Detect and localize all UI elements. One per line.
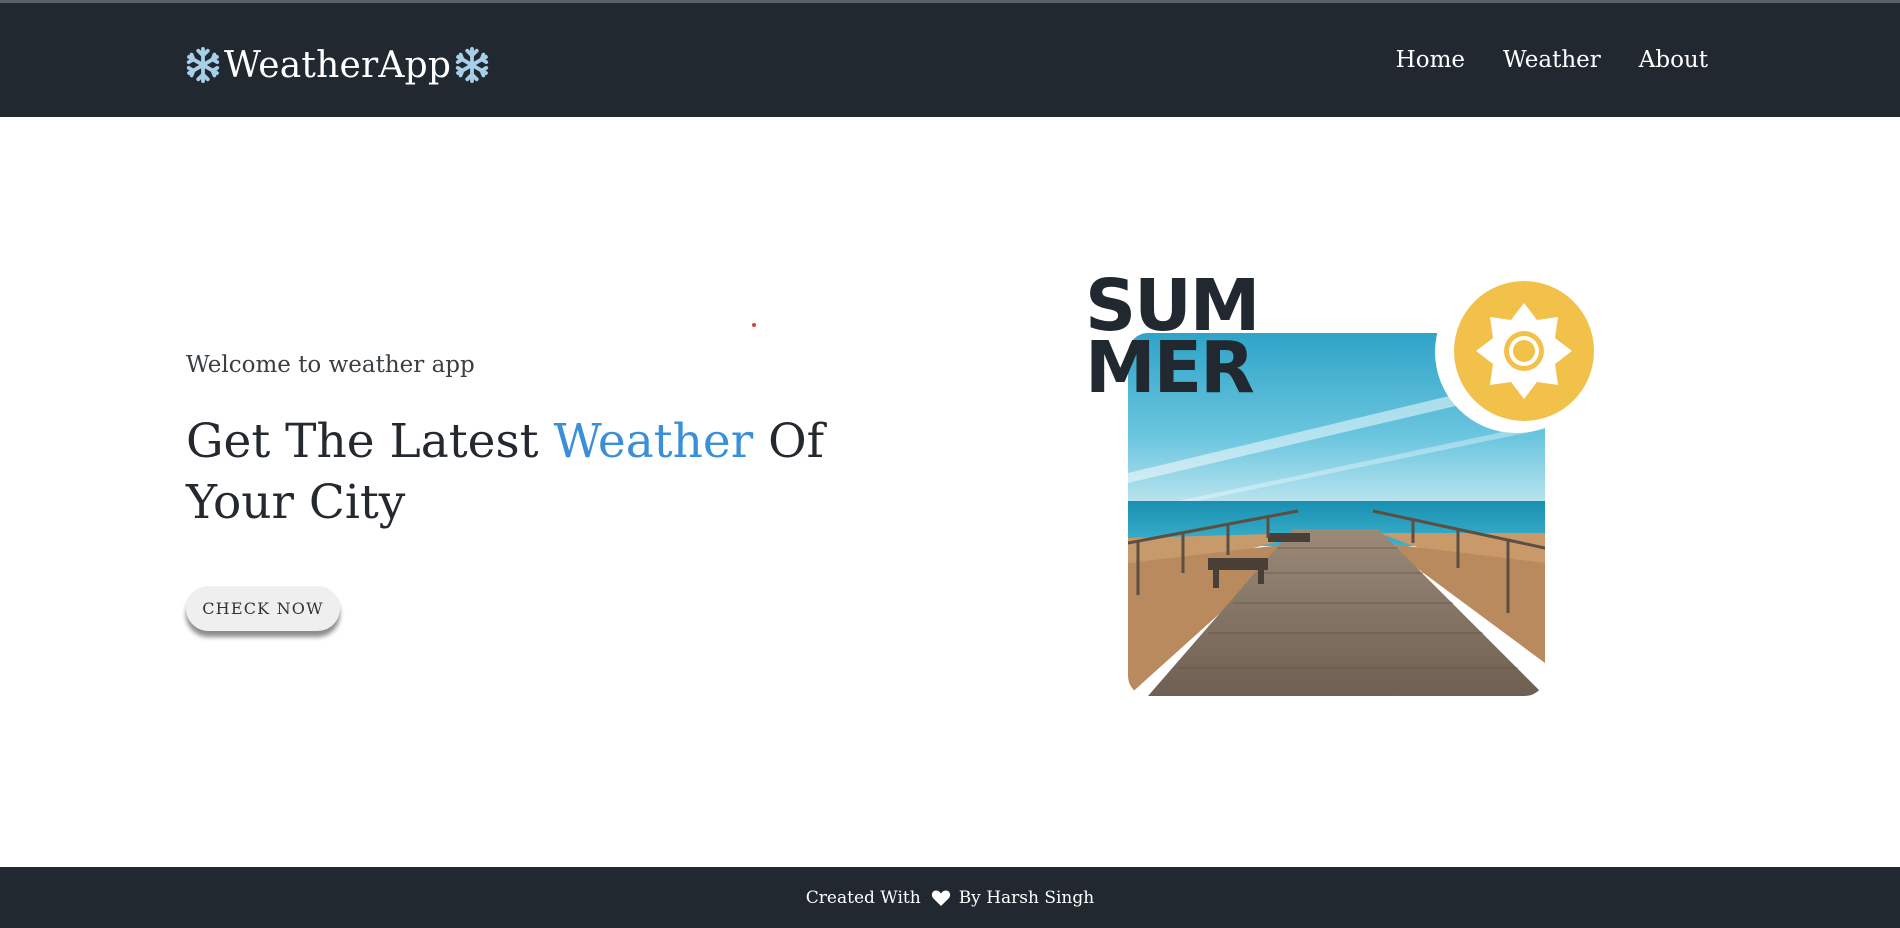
welcome-text: Welcome to weather app xyxy=(186,352,475,378)
summer-line-2: MER xyxy=(1085,326,1255,409)
footer: Created With By Harsh Singh xyxy=(0,867,1900,928)
sun-badge xyxy=(1454,281,1594,421)
nav-link-weather[interactable]: Weather xyxy=(1503,47,1601,73)
brand-name: WeatherApp xyxy=(224,44,452,86)
nav-links: Home Weather About xyxy=(1358,47,1708,73)
sun-icon xyxy=(1476,303,1572,399)
check-now-button[interactable]: CHECK NOW xyxy=(186,586,340,631)
hero-text: Welcome to weather app Get The Latest We… xyxy=(186,352,906,533)
snowflake-icon xyxy=(186,46,220,84)
nav-link-about[interactable]: About xyxy=(1639,47,1708,73)
heart-icon xyxy=(931,890,950,906)
snowflake-icon xyxy=(455,46,489,84)
decorative-dot xyxy=(752,323,756,327)
summer-title: SUM MER xyxy=(1085,270,1260,409)
hero-headline: Get The Latest Weather Of Your City xyxy=(186,411,906,533)
headline-accent: Weather xyxy=(553,414,754,469)
footer-text-end: By Harsh Singh xyxy=(958,887,1095,908)
navbar: WeatherApp Home Weather About xyxy=(0,3,1900,117)
brand-logo[interactable]: WeatherApp xyxy=(182,40,493,90)
headline-start: Get The Latest xyxy=(186,414,554,469)
footer-text-start: Created With xyxy=(805,887,921,908)
nav-link-home[interactable]: Home xyxy=(1396,47,1465,73)
